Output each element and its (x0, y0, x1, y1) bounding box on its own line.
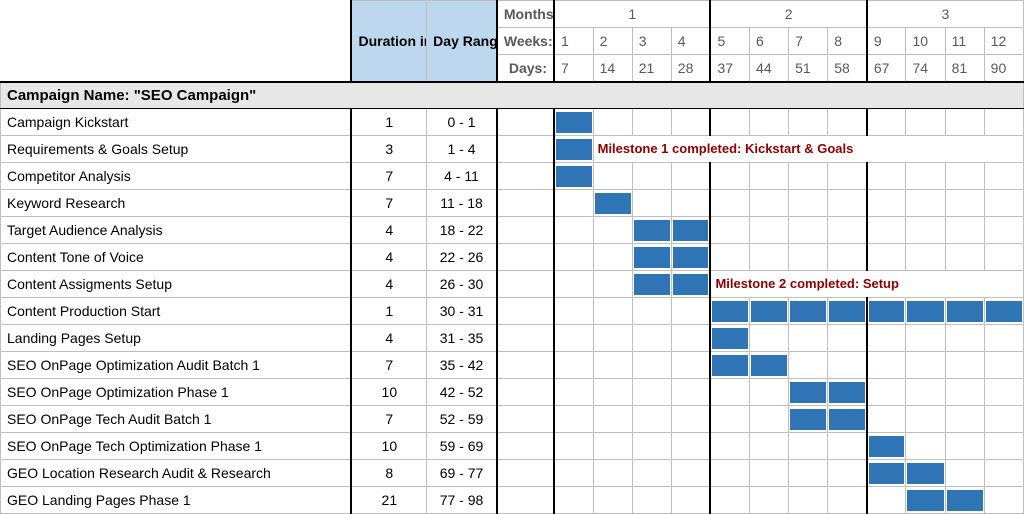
day-1: 7 (554, 55, 593, 82)
task-row: SEO OnPage Tech Audit Batch 1 7 52 - 59 (1, 406, 1024, 433)
gantt-bar (906, 298, 945, 325)
week-8: 8 (828, 28, 867, 55)
task-name: Requirements & Goals Setup (1, 136, 352, 163)
week-7: 7 (789, 28, 828, 55)
month-3: 3 (867, 1, 1024, 28)
week-3: 3 (632, 28, 671, 55)
task-row: SEO OnPage Optimization Phase 1 10 42 - … (1, 379, 1024, 406)
month-2: 2 (710, 1, 866, 28)
gantt-bar (984, 298, 1023, 325)
task-row: Content Tone of Voice 4 22 - 26 (1, 244, 1024, 271)
gantt-bar (906, 487, 945, 514)
gantt-bar (789, 298, 828, 325)
task-row: Landing Pages Setup 4 31 - 35 (1, 325, 1024, 352)
week-1: 1 (554, 28, 593, 55)
week-6: 6 (750, 28, 789, 55)
gantt-bar (554, 163, 593, 190)
gantt-bar (632, 217, 671, 244)
gantt-bar (867, 298, 906, 325)
task-name: Campaign Kickstart (1, 109, 352, 136)
week-11: 11 (945, 28, 984, 55)
task-row: SEO OnPage Optimization Audit Batch 1 7 … (1, 352, 1024, 379)
day-4: 28 (671, 55, 710, 82)
gantt-bar (710, 325, 749, 352)
task-row: Campaign Kickstart 1 0 - 1 (1, 109, 1024, 136)
gantt-bar (789, 406, 828, 433)
header-days-label: Days: (497, 55, 554, 82)
gantt-bar (710, 352, 749, 379)
gantt-bar (828, 298, 867, 325)
month-1: 1 (554, 1, 710, 28)
gantt-bar (593, 190, 632, 217)
gantt-bar (671, 271, 710, 298)
task-row: SEO OnPage Tech Optimization Phase 1 10 … (1, 433, 1024, 460)
task-row: Competitor Analysis 7 4 - 11 (1, 163, 1024, 190)
header-duration: Duration in Days (351, 1, 426, 82)
day-2: 14 (593, 55, 632, 82)
gantt-chart: Duration in Days Day Range Months: 1 2 3… (0, 0, 1024, 514)
task-row: Target Audience Analysis 4 18 - 22 (1, 217, 1024, 244)
gantt-bar (750, 352, 789, 379)
day-5: 37 (710, 55, 749, 82)
day-3: 21 (632, 55, 671, 82)
gantt-bar (828, 406, 867, 433)
gantt-bar (945, 298, 984, 325)
week-4: 4 (671, 28, 710, 55)
gantt-bar (554, 109, 593, 136)
task-row: Content Production Start 1 30 - 31 (1, 298, 1024, 325)
gantt-bar (671, 217, 710, 244)
week-5: 5 (710, 28, 749, 55)
week-9: 9 (867, 28, 906, 55)
day-9: 67 (867, 55, 906, 82)
task-row: Content Assigments Setup 4 26 - 30 Miles… (1, 271, 1024, 298)
header-range: Day Range (427, 1, 497, 82)
gantt-bar (867, 460, 906, 487)
gantt-bar (632, 244, 671, 271)
week-10: 10 (906, 28, 945, 55)
task-duration: 1 (351, 109, 426, 136)
header-months-label: Months: (497, 1, 554, 28)
gantt-bar (789, 379, 828, 406)
day-7: 51 (789, 55, 828, 82)
week-2: 2 (593, 28, 632, 55)
gantt-bar (750, 298, 789, 325)
task-row: Requirements & Goals Setup 3 1 - 4 Miles… (1, 136, 1024, 163)
task-row: GEO Location Research Audit & Research 8… (1, 460, 1024, 487)
gantt-bar (906, 460, 945, 487)
header-weeks-label: Weeks: (497, 28, 554, 55)
milestone-1: Milestone 1 completed: Kickstart & Goals (593, 136, 1023, 163)
task-row: GEO Landing Pages Phase 1 21 77 - 98 (1, 487, 1024, 514)
gantt-bar (632, 271, 671, 298)
milestone-2: Milestone 2 completed: Setup (710, 271, 1023, 298)
gantt-bar (671, 244, 710, 271)
gantt-bar (945, 487, 984, 514)
day-10: 74 (906, 55, 945, 82)
campaign-title-row: Campaign Name: "SEO Campaign" (1, 82, 1024, 109)
task-range: 0 - 1 (427, 109, 497, 136)
gantt-bar (554, 136, 593, 163)
week-12: 12 (984, 28, 1023, 55)
day-12: 90 (984, 55, 1023, 82)
day-8: 58 (828, 55, 867, 82)
header-months-row: Duration in Days Day Range Months: 1 2 3 (1, 1, 1024, 28)
gantt-bar (828, 379, 867, 406)
task-row: Keyword Research 7 11 - 18 (1, 190, 1024, 217)
day-11: 81 (945, 55, 984, 82)
campaign-title: Campaign Name: "SEO Campaign" (1, 82, 1024, 109)
gantt-bar (710, 298, 749, 325)
gantt-bar (867, 433, 906, 460)
day-6: 44 (750, 55, 789, 82)
